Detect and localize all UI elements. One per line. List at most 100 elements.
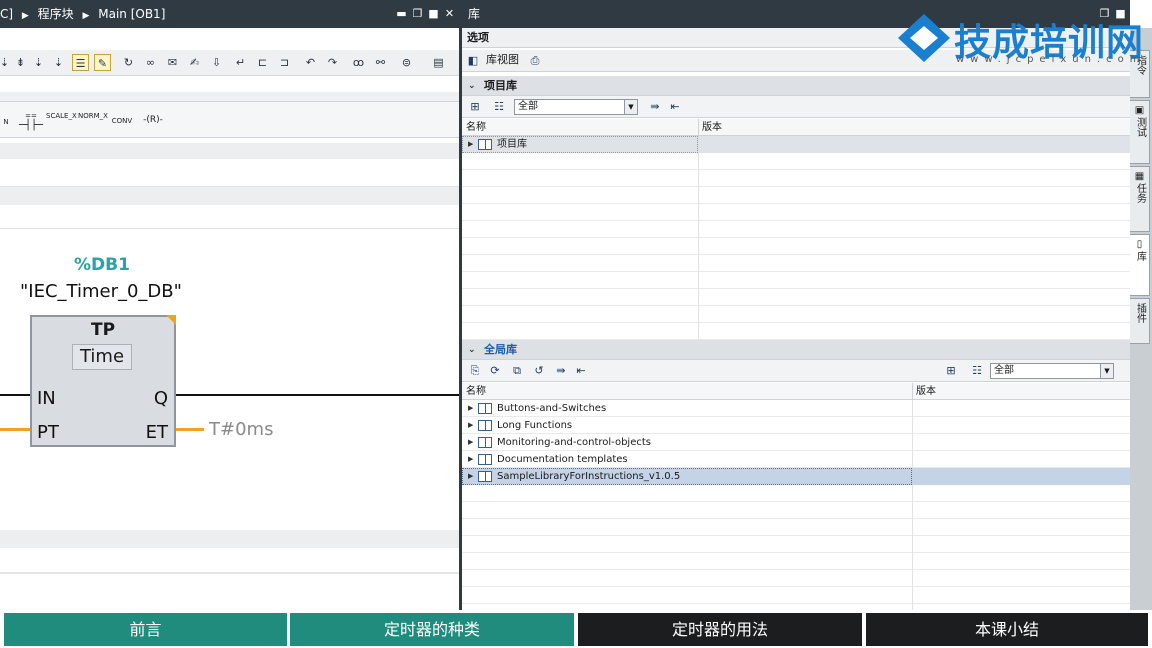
instr-reset-coil[interactable]: -(R)- [138,116,168,140]
expand-arrow-icon[interactable]: ▶ [468,451,473,468]
tree-item-label: Long Functions [497,420,573,431]
instr-compare-eq[interactable]: == ─┤├─ [18,112,44,136]
compile-icon[interactable]: ⇩ [208,54,225,71]
collapse-all-icon[interactable]: ⇤ [574,364,588,378]
new-folder-icon[interactable]: ⊞ [944,364,958,378]
tp-timer-block[interactable]: TP Time IN PT Q ET [30,315,176,447]
glasses-icon[interactable]: ꝏ [350,54,367,71]
global-library-header[interactable]: ⌄ 全局库 [462,340,1130,360]
redo-icon[interactable]: ↷ [324,54,341,71]
column-name[interactable]: 名称 [466,119,486,136]
library-view-label[interactable]: 库视图 [486,53,519,66]
maximize-icon[interactable]: ■ [428,0,439,28]
float-icon[interactable]: ❐ [412,0,423,28]
brand-diamond-icon [898,14,950,62]
breadcrumb-main-ob1[interactable]: Main [OB1] [98,0,165,28]
editor-toolbar: ⇣ ⇟ ⇣ ⇣ ☰ ✎ ↻ ∞ ✉ ✍ ⇩ ↵ ⊏ ⊐ ↶ ↷ ꝏ ⚯ ⊜ ▤ [0,50,459,76]
append-row-icon[interactable]: ⇣ [50,54,67,71]
library-book-icon [478,139,492,150]
project-library-header[interactable]: ⌄ 项目库 [462,76,1130,96]
expand-all-icon[interactable]: ⇛ [554,364,568,378]
close-branch-icon[interactable]: ⊏ [254,54,271,71]
insert-row-icon[interactable]: ⇣ [30,54,47,71]
go-to-icon[interactable]: ↻ [120,54,137,71]
wire-q-output [176,394,459,396]
monitor-icon[interactable]: ∞ [142,54,159,71]
network-title-band [0,143,459,159]
project-library-filter[interactable]: 全部 ▼ [514,99,638,115]
tab-tasks[interactable]: ▦ 任务 [1130,166,1150,232]
collapse-all-icon[interactable]: ⇤ [668,100,682,114]
dropdown-arrow-icon: ▼ [624,100,637,114]
network-comment-row-2[interactable] [0,205,459,229]
library-view-toggle-icon[interactable]: ◧ [466,54,480,68]
network-comment-row[interactable] [0,159,459,187]
watermark-logo: 技成培训网 www.jcpeixun.com [896,10,1148,70]
expand-arrow-icon[interactable]: ▶ [468,417,473,434]
open-branch-icon[interactable]: ↵ [232,54,249,71]
expand-all-icon[interactable]: ⇛ [648,100,662,114]
tab-testing[interactable]: ▣ 测试 [1130,100,1150,164]
lesson-nav-bar: 前言 定时器的种类 定时器的用法 本课小结 [0,610,1152,648]
expand-arrow-icon[interactable]: ▶ [468,136,473,153]
watermark-url: www.jcpeixun.com [956,54,1146,65]
global-library-columns: 名称 版本 [462,383,1130,400]
breadcrumb-separator-icon: ▶ [82,11,90,21]
new-global-library-icon[interactable]: ⎘ [468,364,482,378]
expand-arrow-icon[interactable]: ▶ [468,434,473,451]
tree-item-label: Monitoring-and-control-objects [497,437,651,448]
options-label: 选项 [467,31,489,44]
nested-branch-icon[interactable]: ⊐ [276,54,293,71]
tree-row-sample-library-selected[interactable]: ▶ SampleLibraryForInstructions_v1.0.5 [462,468,1130,485]
collapse-chevron-icon[interactable]: ⌄ [468,340,476,360]
instr-conv[interactable]: CONV [108,117,136,141]
nav-preface-button[interactable]: 前言 [4,613,287,646]
tab-libraries[interactable]: ▯ 库 [1130,234,1150,296]
dropdown-arrow-icon: ▼ [1100,364,1113,378]
collapse-chevron-icon[interactable]: ⌄ [468,76,476,96]
global-library-filter[interactable]: 全部 ▼ [990,363,1114,379]
instr-norm-x[interactable]: NORM_X [78,112,108,136]
nav-summary-button[interactable]: 本课小结 [866,613,1148,646]
library-properties-icon[interactable]: ⎙ [528,54,542,68]
tab-addins[interactable]: 插件 [1130,298,1150,344]
library-book-icon [478,420,492,431]
tree-row-monitoring-and-control-objects[interactable]: ▶ Monitoring-and-control-objects [462,434,1130,451]
edit-icon[interactable]: ✍ [186,54,203,71]
tree-row-project-library[interactable]: ▶ 项目库 [462,136,1130,153]
instance-db-address[interactable]: %DB1 [74,255,130,275]
breadcrumb-program-blocks[interactable]: 程序块 [38,0,74,28]
open-global-library-icon[interactable]: ⟳ [488,364,502,378]
update-library-icon[interactable]: ↺ [532,364,546,378]
undo-icon[interactable]: ↶ [302,54,319,71]
nav-timer-types-button[interactable]: 定时器的种类 [290,613,574,646]
new-folder-icon[interactable]: ⊞ [468,100,482,114]
tree-row-buttons-and-switches[interactable]: ▶ Buttons-and-Switches [462,400,1130,417]
instr-partial[interactable]: N [0,118,12,142]
favorites-icon[interactable]: ✎ [94,54,111,71]
instr-scale-x[interactable]: SCALE_X [46,112,77,136]
minimize-icon[interactable]: ▬ [396,0,407,28]
delete-network-icon[interactable]: ⇟ [12,54,29,71]
instance-db-name[interactable]: "IEC_Timer_0_DB" [20,281,182,302]
column-version[interactable]: 版本 [912,383,936,400]
comment-icon[interactable]: ✉ [164,54,181,71]
details-view-icon[interactable]: ☷ [970,364,984,378]
column-name[interactable]: 名称 [466,383,486,400]
tree-row-long-functions[interactable]: ▶ Long Functions [462,417,1130,434]
nav-timer-usage-button[interactable]: 定时器的用法 [578,613,862,646]
close-icon[interactable]: ✕ [444,0,455,28]
layout-icon[interactable]: ▤ [430,54,447,71]
device-icon[interactable]: ⊜ [398,54,415,71]
breadcrumb-plc[interactable]: C] [0,0,13,28]
tree-row-documentation-templates[interactable]: ▶ Documentation templates [462,451,1130,468]
save-global-library-icon[interactable]: ⧉ [510,364,524,378]
column-version[interactable]: 版本 [698,119,722,136]
expand-arrow-icon[interactable]: ▶ [468,400,473,417]
online-icon[interactable]: ⚯ [372,54,389,71]
details-view-icon[interactable]: ☷ [492,100,506,114]
time-datatype-selector[interactable]: Time [72,344,132,370]
et-operand-value[interactable]: T#0ms [209,419,273,440]
expand-arrow-icon[interactable]: ▶ [468,468,473,485]
list-view-icon[interactable]: ☰ [72,54,89,71]
